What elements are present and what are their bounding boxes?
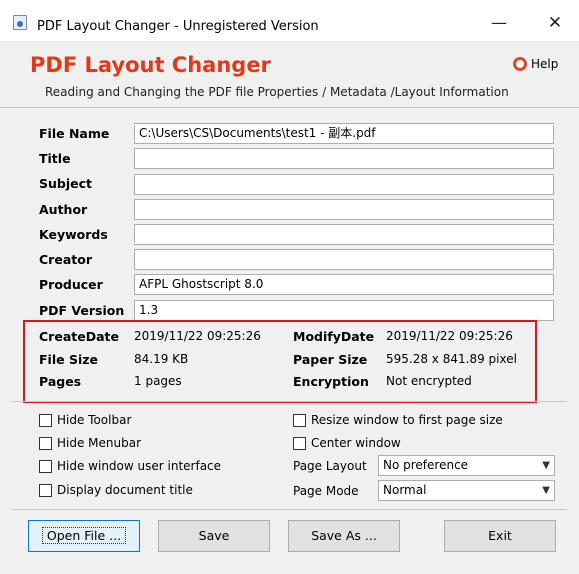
hide-toolbar-checkbox[interactable]: Hide Toolbar [39,413,131,427]
open-file-button[interactable]: Open File ... [28,520,140,552]
create-date-label: CreateDate [39,329,119,344]
save-as-button[interactable]: Save As ... [288,520,400,552]
close-button[interactable]: ✕ [540,8,570,38]
window-title: PDF Layout Changer - Unregistered Versio… [37,19,319,34]
lifebuoy-icon [513,57,527,71]
modify-date-value: 2019/11/22 09:25:26 [386,329,513,343]
open-file-label: Open File ... [41,527,127,544]
page-layout-label: Page Layout [293,459,367,473]
save-button[interactable]: Save [158,520,270,552]
pages-label: Pages [39,374,82,389]
file-size-label: File Size [39,352,98,367]
author-field[interactable] [134,199,554,220]
author-label: Author [39,202,88,217]
keywords-label: Keywords [39,227,108,242]
paper-size-value: 595.28 x 841.89 pixel [386,352,517,366]
pages-value: 1 pages [134,374,182,388]
chevron-down-icon: ▼ [542,485,550,496]
display-doc-title-checkbox[interactable]: Display document title [39,483,193,497]
center-window-checkbox[interactable]: Center window [293,436,401,450]
page-mode-value: Normal [383,483,427,497]
checkbox-box[interactable] [39,413,52,427]
encryption-label: Encryption [293,374,369,389]
resize-window-checkbox[interactable]: Resize window to first page size [293,413,503,427]
modify-date-label: ModifyDate [293,329,375,344]
checkbox-box[interactable] [39,436,52,450]
help-link[interactable]: Help [513,56,558,72]
pdf-version-field[interactable]: 1.3 [134,300,554,321]
display-doc-title-label: Display document title [57,483,193,497]
help-label: Help [531,57,559,71]
create-date-value: 2019/11/22 09:25:26 [134,329,261,343]
page-mode-label: Page Mode [293,484,359,498]
center-window-label: Center window [311,436,401,450]
file-size-value: 84.19 KB [134,352,189,366]
subject-label: Subject [39,176,92,191]
checkbox-box[interactable] [293,413,306,427]
minimize-button[interactable]: — [484,8,514,38]
paper-size-label: Paper Size [293,352,368,367]
checkbox-box[interactable] [39,483,52,497]
hide-window-ui-checkbox[interactable]: Hide window user interface [39,459,221,473]
hide-menubar-checkbox[interactable]: Hide Menubar [39,436,141,450]
hide-toolbar-label: Hide Toolbar [57,413,132,427]
creator-field[interactable] [134,249,554,270]
title-bar: PDF Layout Changer - Unregistered Versio… [0,0,579,42]
title-field[interactable] [134,148,554,169]
file-name-label: File Name [39,126,110,141]
subject-field[interactable] [134,174,554,195]
divider [12,401,567,402]
divider [12,509,567,510]
app-name: PDF Layout Changer [30,53,271,77]
divider [0,107,579,108]
resize-window-label: Resize window to first page size [311,413,503,427]
file-name-field[interactable]: C:\Users\CS\Documents\test1 - 副本.pdf [134,123,554,144]
page-layout-value: No preference [383,458,469,472]
producer-field[interactable]: AFPL Ghostscript 8.0 [134,274,554,295]
hide-menubar-label: Hide Menubar [57,436,142,450]
chevron-down-icon: ▼ [542,460,550,471]
page-layout-select[interactable]: No preference ▼ [378,455,555,476]
keywords-field[interactable] [134,224,554,245]
title-label: Title [39,151,71,166]
producer-label: Producer [39,277,103,292]
pdf-version-label: PDF Version [39,303,125,318]
hide-window-ui-label: Hide window user interface [57,459,222,473]
app-icon [13,15,27,30]
page-mode-select[interactable]: Normal ▼ [378,480,555,501]
exit-button[interactable]: Exit [444,520,556,552]
checkbox-box[interactable] [39,459,52,473]
creator-label: Creator [39,252,92,267]
checkbox-box[interactable] [293,436,306,450]
app-description: Reading and Changing the PDF file Proper… [45,85,509,99]
encryption-value: Not encrypted [386,374,472,388]
